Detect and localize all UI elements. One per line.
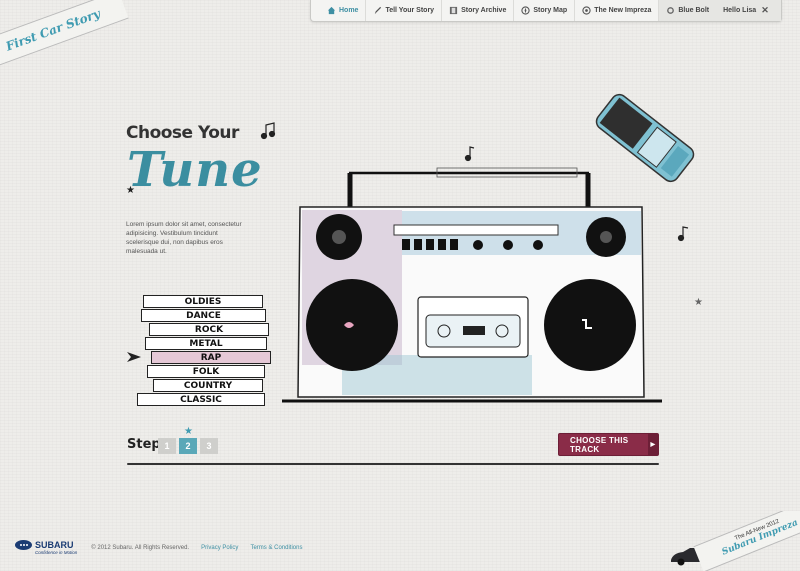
tape-dance[interactable]: DANCE <box>141 309 266 322</box>
nav-tell-your-story[interactable]: Tell Your Story <box>366 0 443 21</box>
svg-text:★: ★ <box>694 297 703 308</box>
tape-classic-label: CLASSIC <box>180 394 222 405</box>
nav-new-impreza[interactable]: The New Impreza <box>575 0 660 21</box>
user-car[interactable]: Blue Bolt <box>659 0 716 21</box>
car-icon <box>582 6 591 15</box>
choose-heading: Choose Your <box>126 123 239 143</box>
site-title: First Car Story <box>3 6 103 54</box>
nav-new-impreza-label: The New Impreza <box>594 7 652 14</box>
step-label: Step <box>127 437 161 452</box>
tape-folk[interactable]: FOLK <box>147 365 265 378</box>
star-icon: ★ <box>184 426 193 437</box>
home-icon <box>327 6 336 15</box>
promo-band: The All-New 2012 Subaru Impreza <box>693 511 800 571</box>
divider <box>127 463 659 465</box>
step-1[interactable]: 1 <box>158 438 176 454</box>
nav-tell-your-story-label: Tell Your Story <box>385 7 435 14</box>
tape-rap-label: RAP <box>200 352 222 363</box>
top-navigation: Home Tell Your Story Story Archive Story… <box>310 0 782 22</box>
step-3[interactable]: 3 <box>200 438 218 454</box>
brand-tagline: Confidence in Motion <box>35 550 78 555</box>
tape-metal-label: METAL <box>189 338 223 349</box>
tune-heading: Tune <box>127 142 263 198</box>
genre-tape-stack: OLDIES DANCE ROCK METAL RAP FOLK COUNTRY… <box>135 295 275 407</box>
gear-icon <box>667 7 675 14</box>
site-logo-ribbon[interactable]: First Car Story <box>0 0 129 70</box>
privacy-link[interactable]: Privacy Policy <box>201 545 238 551</box>
pickup-truck-illustration <box>595 93 695 183</box>
close-icon[interactable]: ✕ <box>761 5 769 16</box>
boombox-illustration <box>282 167 662 403</box>
tape-metal[interactable]: METAL <box>145 337 267 350</box>
copyright: © 2012 Subaru. All Rights Reserved. <box>91 544 190 551</box>
choose-track-button[interactable]: CHOOSE THIS TRACK ▶ <box>558 433 659 456</box>
subaru-stars-icon <box>15 540 32 550</box>
impreza-promo[interactable]: The All-New 2012 Subaru Impreza <box>660 511 800 571</box>
pencil-icon <box>375 6 382 15</box>
film-icon <box>449 6 458 15</box>
nav-home[interactable]: Home <box>311 0 367 21</box>
tape-folk-label: FOLK <box>192 366 220 377</box>
user-area: Blue Bolt Hello Lisa ✕ <box>659 0 781 21</box>
choose-track-label: CHOOSE THIS TRACK <box>570 435 629 454</box>
user-greeting[interactable]: Hello Lisa ✕ <box>716 0 776 21</box>
arrow-right-icon: ▶ <box>648 434 658 455</box>
terms-link[interactable]: Terms & Conditions <box>250 545 302 551</box>
footer: SUBARU Confidence in Motion © 2012 Subar… <box>15 540 302 555</box>
nav-story-map[interactable]: Story Map <box>514 0 576 21</box>
nav-story-archive-label: Story Archive <box>461 7 507 14</box>
nav-home-label: Home <box>339 7 359 14</box>
tape-country[interactable]: COUNTRY <box>153 379 263 392</box>
promo-name: Subaru Impreza <box>720 517 800 558</box>
user-car-label: Blue Bolt <box>678 7 710 14</box>
user-greeting-label: Hello Lisa <box>723 7 757 14</box>
nav-story-map-label: Story Map <box>533 7 568 14</box>
brand-name: SUBARU <box>35 540 74 550</box>
step-indicator: 1 2 3 <box>158 438 218 454</box>
tape-rock-label: ROCK <box>194 324 224 335</box>
compass-icon <box>521 6 530 15</box>
tape-oldies[interactable]: OLDIES <box>143 295 263 308</box>
tape-country-label: COUNTRY <box>183 380 233 391</box>
tape-rock[interactable]: ROCK <box>149 323 269 336</box>
subaru-logo[interactable]: SUBARU Confidence in Motion <box>15 540 77 555</box>
tape-rap[interactable]: RAP <box>151 351 271 364</box>
tape-oldies-label: OLDIES <box>184 296 222 307</box>
step-2[interactable]: 2 <box>179 438 197 454</box>
tape-classic[interactable]: CLASSIC <box>137 393 265 406</box>
nav-story-archive[interactable]: Story Archive <box>442 0 515 21</box>
intro-text: Lorem ipsum dolor sit amet, consectetur … <box>126 221 242 255</box>
tape-dance-label: DANCE <box>186 310 221 321</box>
